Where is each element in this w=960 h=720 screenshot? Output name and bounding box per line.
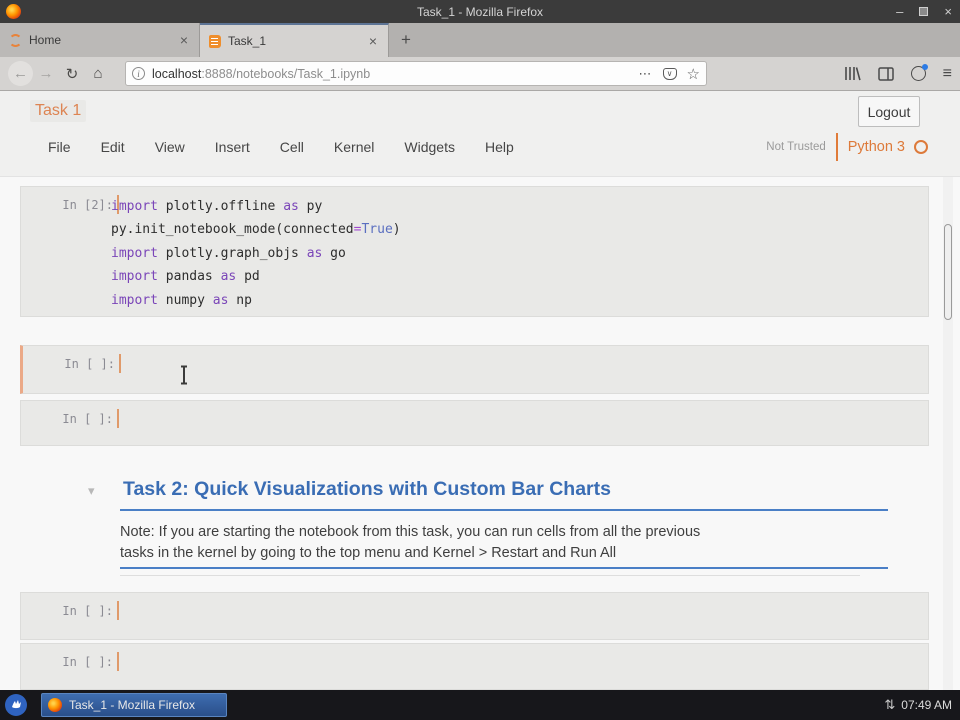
menu-item-help[interactable]: Help (485, 139, 514, 155)
note-line: Note: If you are starting the notebook f… (120, 524, 701, 540)
heading-collapse-icon[interactable]: ▾ (88, 483, 95, 499)
cell-prompt: In [ ]: (62, 655, 113, 669)
desktop-taskbar: Task_1 - Mozilla Firefox ⇅ 07:49 AM (0, 690, 960, 720)
applications-menu-icon[interactable] (5, 694, 27, 716)
url-text[interactable]: localhost:8888/notebooks/Task_1.ipynb (152, 67, 639, 81)
code-line: import pandas as pd (111, 269, 260, 285)
url-bar[interactable]: i localhost:8888/notebooks/Task_1.ipynb … (125, 61, 707, 86)
heading-rule (120, 509, 888, 511)
close-icon[interactable]: × (944, 5, 952, 18)
minimize-icon[interactable]: – (896, 5, 903, 18)
url-host: localhost (152, 66, 202, 81)
empty-code-cell[interactable]: In [ ]: (20, 400, 929, 446)
cell-prompt: In [ ]: (64, 357, 115, 371)
empty-code-cell[interactable]: In [ ]: (20, 643, 929, 690)
clock[interactable]: 07:49 AM (901, 698, 952, 712)
menu-item-file[interactable]: File (48, 139, 71, 155)
kernel-idle-icon (914, 140, 928, 154)
site-info-icon[interactable]: i (132, 67, 145, 80)
code-line: py.init_notebook_mode(connected=True) (111, 222, 401, 238)
input-caret (117, 652, 119, 671)
tab-label: Home (29, 33, 62, 47)
window-title: Task_1 - Mozilla Firefox (416, 4, 544, 19)
notebook-file-icon (209, 34, 221, 48)
bookmark-star-icon[interactable]: ☆ (687, 65, 700, 83)
rule-shadow (120, 575, 860, 576)
tab-close-icon[interactable]: × (178, 32, 190, 48)
jupyter-header: Task 1 Logout File Edit View Insert Cell Kern… (0, 91, 960, 177)
home-icon[interactable]: ⌂ (85, 61, 111, 87)
window-titlebar: Task_1 - Mozilla Firefox – × (0, 0, 960, 23)
maximize-icon[interactable] (919, 7, 929, 16)
sidebar-icon[interactable] (877, 66, 894, 81)
menu-item-insert[interactable]: Insert (215, 139, 250, 155)
code-line: import numpy as np (111, 292, 252, 308)
text-cursor-pointer (181, 365, 187, 385)
code-line: import plotly.offline as py (111, 199, 323, 214)
scrollbar-thumb[interactable] (944, 224, 952, 320)
page-actions-icon[interactable]: ⋯ (639, 66, 653, 82)
tab-label: Task_1 (228, 34, 267, 48)
taskbar-window-button[interactable]: Task_1 - Mozilla Firefox (41, 693, 227, 717)
tab-close-icon[interactable]: × (367, 33, 379, 49)
back-icon[interactable]: ← (8, 61, 33, 86)
menu-item-edit[interactable]: Edit (101, 139, 125, 155)
network-traffic-icon[interactable]: ⇅ (884, 697, 895, 713)
empty-code-cell-selected[interactable]: In [ ]: (20, 345, 929, 394)
tab-home[interactable]: Home × (0, 23, 200, 57)
code-line: import plotly.graph_objs as go (111, 245, 346, 261)
input-caret (117, 601, 119, 620)
input-caret (117, 409, 119, 428)
browser-tab-bar: Home × Task_1 × + (0, 23, 960, 57)
url-path: :8888/notebooks/Task_1.ipynb (201, 66, 371, 81)
hamburger-menu-icon[interactable]: ≡ (943, 65, 952, 83)
forward-icon[interactable]: → (33, 61, 59, 87)
code-cell-imports[interactable]: In [2]: import plotly.offline as py py.in… (20, 186, 929, 317)
browser-nav-bar: ← → ↻ ⌂ i localhost:8888/notebooks/Task_… (0, 57, 960, 91)
tab-task1[interactable]: Task_1 × (200, 23, 389, 57)
kernel-name: Python 3 (847, 139, 905, 155)
screen: Task_1 - Mozilla Firefox – × Home × Task… (0, 0, 960, 720)
menu-item-view[interactable]: View (155, 139, 185, 155)
cell-prompt: In [2]: (62, 198, 113, 212)
trust-status: Not Trusted (766, 141, 826, 153)
reload-icon[interactable]: ↻ (59, 61, 85, 87)
note-line: tasks in the kernel by going to the top … (120, 545, 617, 561)
account-icon[interactable] (910, 64, 928, 81)
notebook-title[interactable]: Task 1 (30, 100, 87, 122)
firefox-icon (48, 698, 62, 712)
input-caret (119, 354, 121, 373)
kernel-divider (835, 133, 838, 161)
notebook-content: In [2]: import plotly.offline as py py.in… (0, 177, 960, 690)
code-lines[interactable]: import plotly.offline as py py.init_noteb… (111, 195, 920, 312)
new-tab-button[interactable]: + (389, 23, 423, 57)
menu-item-widgets[interactable]: Widgets (404, 139, 455, 155)
markdown-note: Note: If you are starting the notebook f… (120, 522, 700, 564)
logout-button[interactable]: Logout (858, 96, 920, 127)
jupyter-menu-bar: File Edit View Insert Cell Kernel Widgets Help (48, 139, 514, 155)
menu-item-cell[interactable]: Cell (280, 139, 304, 155)
markdown-heading: Task 2: Quick Visualizations with Custom… (123, 478, 611, 500)
taskbar-window-label: Task_1 - Mozilla Firefox (69, 698, 196, 712)
pocket-icon[interactable]: ∨ (662, 67, 677, 80)
jupyter-logo-icon (9, 33, 22, 47)
cell-prompt: In [ ]: (62, 604, 113, 618)
cell-prompt: In [ ]: (62, 412, 113, 426)
library-icon[interactable] (844, 66, 861, 81)
menu-item-kernel[interactable]: Kernel (334, 139, 374, 155)
section-rule (120, 567, 888, 569)
empty-code-cell[interactable]: In [ ]: (20, 592, 929, 640)
